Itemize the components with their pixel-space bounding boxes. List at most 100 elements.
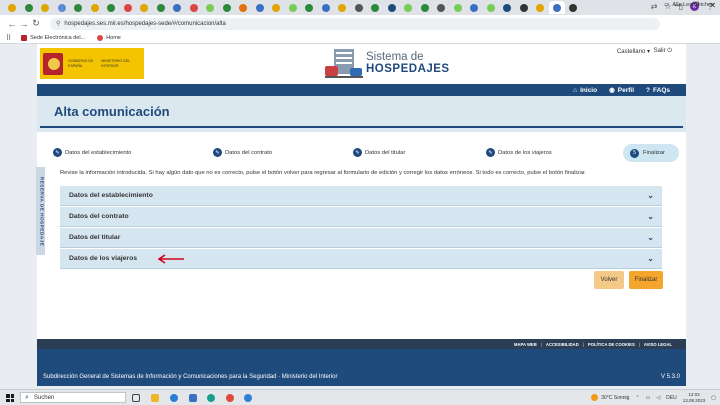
back-arrow-icon[interactable]: ← [6, 19, 18, 29]
browser-tab[interactable] [186, 1, 203, 14]
notifications-icon[interactable]: ▢ [711, 395, 716, 401]
browser-tab[interactable] [548, 1, 565, 14]
step-establecimiento[interactable]: ✎ Datos del establecimiento [53, 148, 131, 157]
tab-favicon-icon [222, 3, 231, 12]
browser-tab[interactable] [252, 1, 269, 14]
browser-tab[interactable] [219, 1, 236, 14]
browser-tab[interactable] [136, 1, 153, 14]
clock[interactable]: 12:03 13.08.2023 [683, 392, 706, 403]
browser-tab[interactable] [285, 1, 302, 14]
footer-link-accesibilidad[interactable]: ACCESIBILIDAD [546, 342, 579, 347]
accordion-titular[interactable]: Datos del titular ⌄ [60, 228, 662, 248]
government-logo[interactable]: GOBIERNO DE ESPAÑA MINISTERIO DEL INTERI… [40, 48, 144, 79]
tab-favicon-icon [387, 3, 396, 12]
browser-tab[interactable] [499, 1, 516, 14]
input-language[interactable]: DEU [666, 395, 677, 401]
step-viajeros[interactable]: ✎ Datos de los viajeros [486, 148, 552, 157]
browser-tab[interactable] [169, 1, 186, 14]
file-explorer-icon[interactable] [151, 394, 159, 402]
browser-tab[interactable] [37, 1, 54, 14]
hospedajes-logo[interactable]: Sistema de HOSPEDAJES [325, 48, 450, 78]
step-titular[interactable]: ✎ Datos del titular [353, 148, 405, 157]
footer-link-aviso-legal[interactable]: AVISO LEGAL [644, 342, 672, 347]
weather-widget[interactable]: 30°C Sonnig [591, 394, 629, 401]
browser-tab[interactable] [417, 1, 434, 14]
tab-favicon-icon [107, 3, 116, 12]
browser-tab[interactable] [103, 1, 120, 14]
accordion-establecimiento[interactable]: Datos del establecimiento ⌄ [60, 186, 662, 206]
browser-tab[interactable] [54, 1, 71, 14]
finalizar-button[interactable]: Finalizar [629, 271, 663, 289]
app-icon-2[interactable] [244, 394, 252, 402]
volver-button[interactable]: Volver [594, 271, 624, 289]
footer-link-cookies[interactable]: POLÍTICA DE COOKIES [588, 342, 635, 347]
reload-icon[interactable]: ↻ [30, 18, 42, 29]
forward-arrow-icon[interactable]: → [18, 19, 30, 29]
all-bookmarks[interactable]: ▭ Alle Lesezeichen [664, 2, 714, 8]
browser-tab[interactable] [450, 1, 467, 14]
step-contrato[interactable]: ✎ Datos del contrato [213, 148, 272, 157]
browser-tab[interactable] [268, 1, 285, 14]
network-icon[interactable]: ▭ [646, 395, 651, 401]
skype-icon[interactable] [170, 394, 178, 402]
edge-icon[interactable] [207, 394, 215, 402]
nav-perfil[interactable]: ◉ Perfil [609, 86, 634, 95]
browser-tab[interactable] [466, 1, 483, 14]
site-info-icon[interactable]: ⚲ [56, 20, 60, 27]
tab-favicon-icon [453, 3, 462, 12]
browser-tab[interactable] [120, 1, 137, 14]
tab-favicon-icon [288, 3, 297, 12]
chrome-icon[interactable] [226, 394, 234, 402]
browser-tab[interactable] [565, 1, 582, 14]
tray-up-icon[interactable]: ⌃ [635, 395, 639, 401]
browser-tab[interactable] [4, 1, 21, 14]
browser-tab[interactable] [433, 1, 450, 14]
nav-faqs[interactable]: ? FAQs [646, 87, 670, 94]
accordion-viajeros[interactable]: Datos de los viajeros ⌄ [60, 249, 662, 269]
app-icon[interactable] [189, 394, 197, 402]
browser-tab[interactable] [532, 1, 549, 14]
browser-tab[interactable] [384, 1, 401, 14]
translate-icon[interactable]: ⇄ [651, 2, 658, 11]
browser-tab[interactable] [400, 1, 417, 14]
browser-tab[interactable] [87, 1, 104, 14]
browser-tab[interactable] [21, 1, 38, 14]
browser-tab[interactable] [153, 1, 170, 14]
footer-link-mapa-web[interactable]: MAPA WEB [514, 342, 537, 347]
bookmark-home[interactable]: Home [97, 34, 121, 41]
sun-icon [591, 394, 599, 401]
browser-tab[interactable] [202, 1, 219, 14]
step-finalizar[interactable]: 5 Finalizar [623, 144, 679, 162]
tab-favicon-icon [354, 3, 363, 12]
windows-start-icon[interactable] [6, 394, 14, 402]
tab-favicon-icon [123, 3, 132, 12]
browser-tab[interactable] [318, 1, 335, 14]
nav-inicio[interactable]: ⌂ Inicio [573, 87, 597, 94]
gov-name: GOBIERNO DE ESPAÑA [68, 59, 94, 68]
browser-tab[interactable] [301, 1, 318, 14]
bookmark-sede[interactable]: Sede Electrónica del... [21, 34, 85, 41]
browser-tab[interactable] [334, 1, 351, 14]
tab-favicon-icon [536, 3, 545, 12]
url-input[interactable]: ⚲ hospedajes.ses.mir.es/hospedajes-sede/… [50, 17, 660, 30]
footer: Subdirección General de Sistemas de Info… [37, 349, 686, 386]
browser-tab[interactable] [70, 1, 87, 14]
accordion-contrato[interactable]: Datos del contrato ⌄ [60, 207, 662, 227]
tab-favicon-icon [8, 3, 17, 12]
logout-link[interactable]: Salir ⏻ [654, 48, 672, 55]
browser-tab[interactable] [235, 1, 252, 14]
browser-tab[interactable] [367, 1, 384, 14]
tab-favicon-icon [519, 3, 528, 12]
side-tab-reserva[interactable]: RESERVA DE HOSPEDAJE [36, 167, 45, 255]
browser-tab[interactable] [516, 1, 533, 14]
user-icon: ◉ [609, 87, 615, 94]
browser-tab[interactable] [483, 1, 500, 14]
apps-grid-icon[interactable]: ⠿ [6, 34, 11, 42]
tab-favicon-icon [371, 3, 380, 12]
browser-tab[interactable] [351, 1, 368, 14]
taskbar-search-input[interactable]: ⌕ Suchen [20, 392, 126, 403]
pencil-icon: ✎ [53, 148, 62, 157]
task-view-icon[interactable] [132, 394, 140, 402]
volume-icon[interactable]: ◁ [656, 395, 660, 401]
language-selector[interactable]: Castellano ▾ [617, 48, 650, 55]
